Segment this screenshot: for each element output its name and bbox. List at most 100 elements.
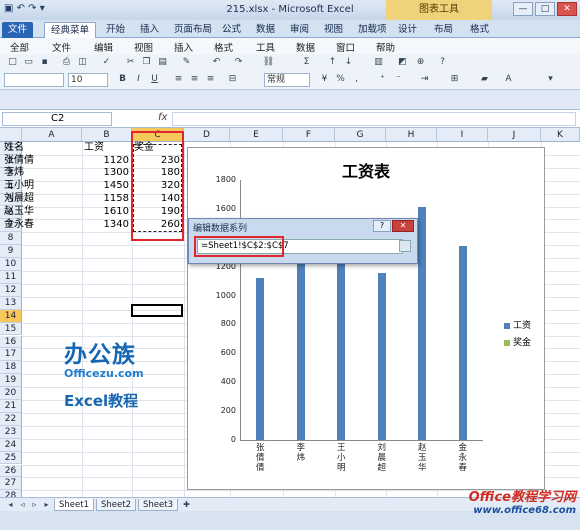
- menu-all[interactable]: 全部: [10, 40, 29, 54]
- hyperlink-icon[interactable]: ⛓: [262, 56, 275, 69]
- row-header[interactable]: 24: [0, 438, 22, 452]
- row-header[interactable]: 11: [0, 271, 22, 284]
- chart-area[interactable]: 工资表 工资 奖金 020040060080010001200140016001…: [187, 147, 545, 490]
- table-row-salary[interactable]: 1340: [84, 219, 129, 231]
- column-header[interactable]: B: [82, 128, 132, 142]
- column-header[interactable]: G: [335, 128, 386, 142]
- dialog-close-button[interactable]: ✕: [392, 220, 414, 232]
- column-header[interactable]: I: [437, 128, 488, 142]
- redo-icon[interactable]: ↷: [232, 56, 245, 69]
- menu-window[interactable]: 窗口: [336, 40, 355, 54]
- merge-icon[interactable]: ⊟: [226, 73, 239, 86]
- save-icon[interactable]: ▪: [38, 56, 51, 69]
- row-header[interactable]: 14: [0, 309, 22, 323]
- zoom-icon[interactable]: ⊕: [414, 56, 427, 69]
- copy-icon[interactable]: ❐: [140, 56, 153, 69]
- bar-salary[interactable]: [377, 272, 386, 440]
- table-row-name[interactable]: 李炜: [4, 167, 24, 179]
- format-painter-icon[interactable]: ✎: [180, 56, 193, 69]
- table-row-name[interactable]: 张倩倩: [4, 155, 34, 167]
- sort-desc-icon[interactable]: ↓: [342, 56, 355, 69]
- sort-asc-icon[interactable]: ↑: [326, 56, 339, 69]
- name-box[interactable]: C2: [2, 112, 112, 126]
- row-header[interactable]: 19: [0, 374, 22, 388]
- row-header[interactable]: 15: [0, 322, 22, 336]
- open-icon[interactable]: ▭: [22, 56, 35, 69]
- x-axis[interactable]: [240, 440, 483, 441]
- currency-icon[interactable]: ¥: [318, 73, 331, 86]
- tab-file[interactable]: 文件: [2, 22, 34, 38]
- row-header[interactable]: 21: [0, 400, 22, 413]
- preview-icon[interactable]: ◫: [76, 56, 89, 69]
- tab-review[interactable]: 审阅: [284, 22, 315, 38]
- sheet-tab-2[interactable]: Sheet2: [96, 499, 136, 511]
- bar-salary[interactable]: [296, 252, 305, 440]
- cell-header-salary[interactable]: 工资: [84, 142, 104, 154]
- table-row-salary[interactable]: 1450: [84, 180, 129, 192]
- increase-decimal-icon[interactable]: ⁺: [376, 73, 389, 86]
- legend-entry-salary[interactable]: 工资: [504, 318, 531, 331]
- font-color-icon[interactable]: A: [502, 73, 515, 86]
- active-cell-c14[interactable]: [131, 304, 183, 317]
- fill-color-icon[interactable]: ▰: [478, 73, 491, 86]
- column-header[interactable]: H: [386, 128, 437, 142]
- table-row-name[interactable]: 王小明: [4, 180, 34, 192]
- menu-view[interactable]: 视图: [134, 40, 153, 54]
- table-row-salary[interactable]: 1120: [84, 155, 129, 167]
- sheet-tab-3[interactable]: Sheet3: [138, 499, 178, 511]
- row-header[interactable]: 13: [0, 296, 22, 310]
- row-header[interactable]: 10: [0, 258, 22, 271]
- tab-classic-menu[interactable]: 经典菜单: [44, 22, 97, 38]
- help-icon[interactable]: ?: [436, 56, 449, 69]
- tab-design[interactable]: 设计: [392, 22, 423, 38]
- drawing-icon[interactable]: ◩: [396, 56, 409, 69]
- column-header[interactable]: F: [283, 128, 335, 142]
- paste-icon[interactable]: ▤: [156, 56, 169, 69]
- close-window-button[interactable]: ✕: [557, 2, 577, 16]
- font-size-select[interactable]: 10: [68, 73, 108, 87]
- menu-edit[interactable]: 编辑: [94, 40, 113, 54]
- menu-insert[interactable]: 插入: [174, 40, 193, 54]
- row-header[interactable]: 9: [0, 245, 22, 259]
- new-icon[interactable]: □: [6, 56, 19, 69]
- dialog-help-button[interactable]: ?: [373, 220, 391, 232]
- new-sheet-icon[interactable]: ✚: [180, 498, 193, 511]
- tab-addins[interactable]: 加载项: [352, 22, 393, 38]
- row-header[interactable]: 22: [0, 412, 22, 426]
- undo-icon[interactable]: ↶: [210, 56, 223, 69]
- minimize-button[interactable]: —: [513, 2, 533, 16]
- row-header[interactable]: 27: [0, 477, 22, 491]
- more-icon[interactable]: ▾: [544, 73, 557, 86]
- menu-format[interactable]: 格式: [214, 40, 233, 54]
- number-format-select[interactable]: 常规: [264, 73, 310, 87]
- column-header[interactable]: A: [22, 128, 82, 142]
- cell-header-name[interactable]: 姓名: [4, 142, 24, 154]
- row-header[interactable]: 18: [0, 361, 22, 375]
- legend-entry-bonus[interactable]: 奖金: [504, 335, 531, 348]
- row-header[interactable]: 8: [0, 232, 22, 246]
- tab-home[interactable]: 开始: [100, 22, 131, 38]
- tab-layout[interactable]: 布局: [428, 22, 459, 38]
- table-row-name[interactable]: 金永春: [4, 219, 34, 231]
- row-header[interactable]: 17: [0, 348, 22, 362]
- align-right-icon[interactable]: ≡: [204, 73, 217, 86]
- print-icon[interactable]: ⎙: [60, 56, 73, 69]
- row-header[interactable]: 16: [0, 335, 22, 349]
- indent-icon[interactable]: ⇥: [418, 73, 431, 86]
- select-all-corner[interactable]: [0, 128, 22, 142]
- tab-insert[interactable]: 插入: [134, 22, 165, 38]
- bar-salary[interactable]: [418, 207, 427, 440]
- table-row-salary[interactable]: 1300: [84, 167, 129, 179]
- menu-data[interactable]: 数据: [296, 40, 315, 54]
- italic-icon[interactable]: I: [132, 73, 145, 86]
- percent-icon[interactable]: %: [334, 73, 347, 86]
- underline-icon[interactable]: U: [148, 73, 161, 86]
- last-sheet-icon[interactable]: ▸: [40, 498, 53, 511]
- row-header[interactable]: 20: [0, 387, 22, 400]
- fx-icon[interactable]: fx: [158, 112, 167, 123]
- table-row-name[interactable]: 刘晨超: [4, 193, 34, 205]
- row-header[interactable]: 23: [0, 425, 22, 439]
- menu-file[interactable]: 文件: [52, 40, 71, 54]
- edit-series-dialog[interactable]: 编辑数据系列 ? ✕ =Sheet1!$C$2:$C$7: [188, 218, 418, 264]
- comma-icon[interactable]: ,: [350, 73, 363, 86]
